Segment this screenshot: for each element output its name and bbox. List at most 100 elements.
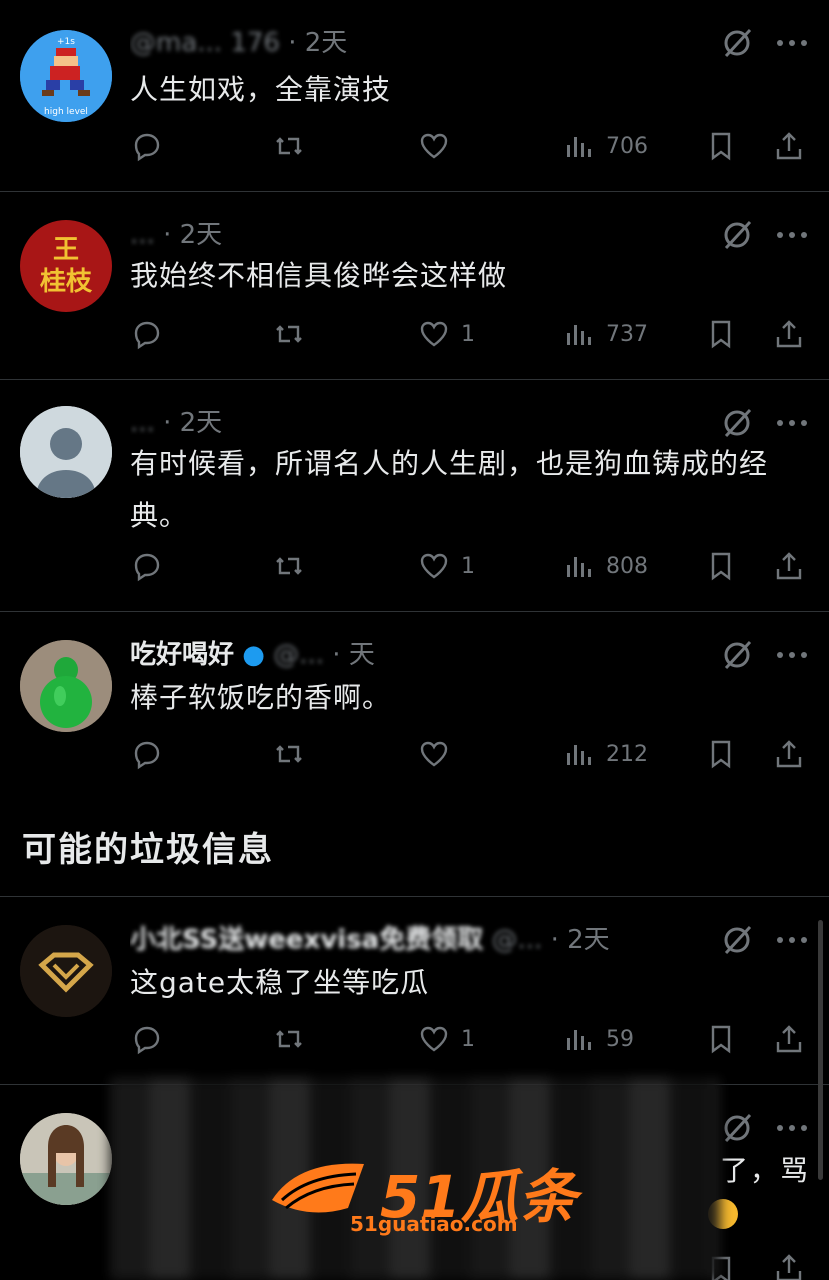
views-button[interactable]: 808 xyxy=(562,546,648,586)
post-time[interactable]: · 2天 xyxy=(163,220,222,250)
bookmark-icon xyxy=(711,1025,731,1054)
bookmark-button[interactable] xyxy=(704,546,738,586)
more-options-icon[interactable] xyxy=(772,1113,812,1143)
action-bar: 212 xyxy=(130,734,810,774)
author-name[interactable]: 吃好喝好 xyxy=(130,640,234,670)
share-button[interactable] xyxy=(772,1019,806,1059)
bookmark-icon xyxy=(711,320,731,349)
post-header: 吃好喝好 ● @... · 天 xyxy=(130,634,690,674)
post-text: 棒子软饭吃的香啊。 xyxy=(130,681,392,714)
avatar[interactable] xyxy=(20,1113,112,1205)
like-button[interactable]: 1 xyxy=(417,546,475,586)
retweet-icon xyxy=(276,325,302,343)
more-options-icon[interactable] xyxy=(772,408,812,438)
retweet-button[interactable] xyxy=(272,126,316,166)
analytics-icon xyxy=(567,557,591,577)
like-count: 1 xyxy=(461,553,475,579)
reply-button[interactable] xyxy=(130,126,174,166)
reply-post[interactable]: 王 桂枝 ... · 2天 我始终不相信具俊晔会这样做 1 737 xyxy=(0,192,829,380)
retweet-button[interactable] xyxy=(272,734,316,774)
analytics-icon xyxy=(567,325,591,345)
bookmark-button[interactable] xyxy=(704,126,738,166)
like-button[interactable] xyxy=(417,126,461,166)
post-text: 人生如戏，全靠演技 xyxy=(130,73,392,106)
reply-icon xyxy=(134,321,160,350)
author-name[interactable]: 小北SS送weexvisa免费领取 xyxy=(130,925,483,955)
reply-button[interactable] xyxy=(130,314,174,354)
reply-button[interactable] xyxy=(130,546,174,586)
retweet-button[interactable] xyxy=(272,546,316,586)
analytics-icon xyxy=(567,1030,591,1050)
share-icon xyxy=(776,132,802,160)
post-text: 这gate太稳了坐等吃瓜 xyxy=(130,966,430,999)
views-count: 706 xyxy=(606,133,648,159)
more-options-icon[interactable] xyxy=(772,925,812,955)
action-bar: 1 808 xyxy=(130,546,810,586)
post-text: 有时候看，所谓名人的人生剧，也是狗血铸成的经典。 xyxy=(130,447,769,532)
post-header: 小北SS送weexvisa免费领取 @... · 2天 xyxy=(130,919,690,959)
like-button[interactable]: 1 xyxy=(417,314,475,354)
bookmark-button[interactable] xyxy=(704,314,738,354)
analytics-icon xyxy=(567,745,591,765)
avatar[interactable]: 王 桂枝 xyxy=(20,220,112,312)
grok-icon[interactable] xyxy=(718,921,756,959)
bookmark-icon xyxy=(711,552,731,581)
reply-post[interactable]: ... · 2天 有时候看，所谓名人的人生剧，也是狗血铸成的经典。 1 808 xyxy=(0,380,829,612)
share-button[interactable] xyxy=(772,314,806,354)
like-count: 1 xyxy=(461,1026,475,1052)
views-count: 59 xyxy=(606,1026,634,1052)
reply-icon xyxy=(134,553,160,582)
section-title: 可能的垃圾信息 xyxy=(22,830,274,870)
like-button[interactable] xyxy=(417,734,461,774)
like-button[interactable]: 1 xyxy=(417,1019,475,1059)
bookmark-button[interactable] xyxy=(704,734,738,774)
views-button[interactable]: 737 xyxy=(562,314,648,354)
author-handle[interactable]: @... xyxy=(273,640,324,670)
reply-button[interactable] xyxy=(130,1019,174,1059)
avatar[interactable] xyxy=(20,640,112,732)
heart-icon xyxy=(420,1026,448,1052)
grok-icon[interactable] xyxy=(718,404,756,442)
post-time[interactable]: · 2天 xyxy=(551,925,610,955)
retweet-button[interactable] xyxy=(272,1019,316,1059)
author-handle[interactable]: ... xyxy=(130,408,155,438)
timeline-feed: +1s high level @ma... 176 · 2天 人生如戏，全靠演技… xyxy=(0,0,829,1280)
reply-post[interactable]: 小北SS送weexvisa免费领取 @... · 2天 这gate太稳了坐等吃瓜… xyxy=(0,897,829,1085)
avatar[interactable] xyxy=(20,406,112,498)
reply-button[interactable] xyxy=(130,734,174,774)
author-handle[interactable]: @... xyxy=(492,925,543,955)
bookmark-button[interactable] xyxy=(704,1019,738,1059)
gold-diamond-logo-avatar-icon xyxy=(20,925,112,1017)
grok-icon[interactable] xyxy=(718,216,756,254)
grok-icon[interactable] xyxy=(718,636,756,674)
share-button[interactable] xyxy=(772,126,806,166)
action-bar: 1 59 xyxy=(130,1019,810,1059)
avatar[interactable]: +1s high level xyxy=(20,30,112,122)
bookmark-icon xyxy=(711,132,731,161)
author-handle[interactable]: ... xyxy=(130,220,155,250)
share-button[interactable] xyxy=(772,734,806,774)
share-button[interactable] xyxy=(772,546,806,586)
post-time[interactable]: · 天 xyxy=(332,640,375,670)
avatar[interactable] xyxy=(20,925,112,1017)
like-count: 1 xyxy=(461,321,475,347)
grok-icon[interactable] xyxy=(718,1109,756,1147)
share-icon[interactable] xyxy=(772,1251,806,1280)
views-count: 212 xyxy=(606,741,648,767)
reply-post[interactable]: 吃好喝好 ● @... · 天 棒子软饭吃的香啊。 212 xyxy=(0,612,829,800)
more-options-icon[interactable] xyxy=(772,220,812,250)
watermark-url: 51guatiao.com xyxy=(350,1212,518,1236)
default-avatar-icon xyxy=(20,406,112,498)
views-button[interactable]: 706 xyxy=(562,126,648,166)
views-button[interactable]: 59 xyxy=(562,1019,634,1059)
more-options-icon[interactable] xyxy=(772,640,812,670)
retweet-button[interactable] xyxy=(272,314,316,354)
post-time[interactable]: · 2天 xyxy=(288,28,347,58)
post-time[interactable]: · 2天 xyxy=(163,408,222,438)
scrollbar[interactable] xyxy=(818,920,823,1180)
grok-icon[interactable] xyxy=(718,24,756,62)
more-options-icon[interactable] xyxy=(772,28,812,58)
author-handle[interactable]: @ma... 176 xyxy=(130,28,280,58)
reply-post[interactable]: +1s high level @ma... 176 · 2天 人生如戏，全靠演技… xyxy=(0,0,829,192)
views-button[interactable]: 212 xyxy=(562,734,648,774)
